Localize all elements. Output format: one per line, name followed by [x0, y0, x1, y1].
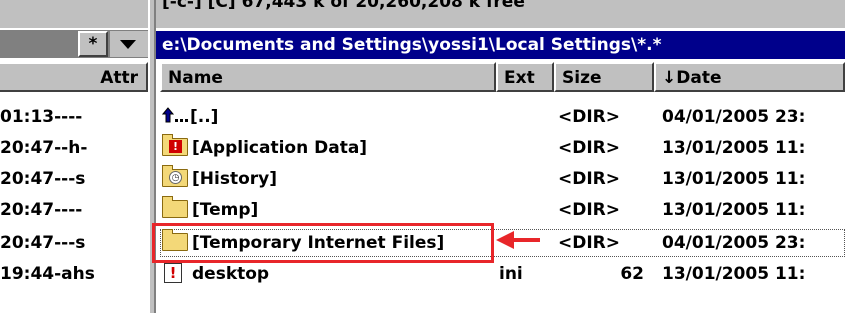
- left-row-attr[interactable]: 20:47----: [0, 197, 82, 223]
- left-row-attr[interactable]: 20:47---s: [0, 166, 85, 192]
- file-size: <DIR>: [558, 200, 621, 220]
- column-header-size[interactable]: Size: [554, 62, 654, 92]
- file-date: 04/01/2005 23:: [662, 107, 806, 127]
- file-name[interactable]: desktop: [192, 261, 269, 287]
- file-size: <DIR>: [558, 233, 621, 253]
- folder-history-icon: ◷: [162, 165, 188, 188]
- folder-icon: [162, 196, 188, 219]
- chevron-down-icon: [120, 40, 136, 49]
- file-warning-icon: !: [162, 261, 188, 283]
- left-row-attr[interactable]: 19:44-ahs: [0, 261, 95, 287]
- annotation-highlight-box: [152, 223, 494, 263]
- file-size: <DIR>: [558, 169, 621, 189]
- column-header-date[interactable]: ↓Date: [654, 62, 845, 92]
- folder-warning-icon: !: [162, 134, 188, 157]
- current-path-bar[interactable]: e:\Documents and Settings\yossi1\Local S…: [156, 31, 845, 59]
- file-date: 04/01/2005 23:: [662, 233, 806, 253]
- filter-button[interactable]: *: [78, 31, 108, 57]
- file-name: [..]: [190, 107, 219, 127]
- file-date: 13/01/2005 11:: [662, 169, 806, 189]
- up-arrow-icon: [161, 104, 188, 126]
- file-name[interactable]: [Temp]: [192, 197, 258, 223]
- column-header-name[interactable]: Name: [160, 62, 496, 92]
- file-name[interactable]: [History]: [192, 166, 277, 192]
- file-date: 13/01/2005 11:: [662, 138, 806, 158]
- annotation-arrow-shaft: [512, 238, 540, 242]
- file-size: 62: [620, 264, 644, 284]
- column-header-ext[interactable]: Ext: [496, 62, 554, 92]
- left-row-attr[interactable]: 20:47--h-: [0, 135, 87, 161]
- history-dropdown-button[interactable]: [110, 31, 148, 57]
- file-date: 13/01/2005 11:: [662, 200, 806, 220]
- file-size: <DIR>: [558, 107, 621, 127]
- file-ext: ini: [499, 264, 523, 284]
- drive-info-text: [-c-] [C] 67,443 k of 20,260,208 k free: [162, 0, 525, 12]
- left-row-attr[interactable]: 01:13----: [0, 104, 82, 130]
- column-header-attr[interactable]: Attr: [0, 62, 148, 92]
- file-name[interactable]: [Application Data]: [192, 135, 367, 161]
- left-row-attr[interactable]: 20:47---s: [0, 230, 85, 256]
- panel-splitter[interactable]: [148, 0, 156, 313]
- drive-toolbar: [-c-] [C] 67,443 k of 20,260,208 k free: [0, 0, 845, 28]
- file-size: <DIR>: [558, 138, 621, 158]
- file-date: 13/01/2005 11:: [662, 264, 806, 284]
